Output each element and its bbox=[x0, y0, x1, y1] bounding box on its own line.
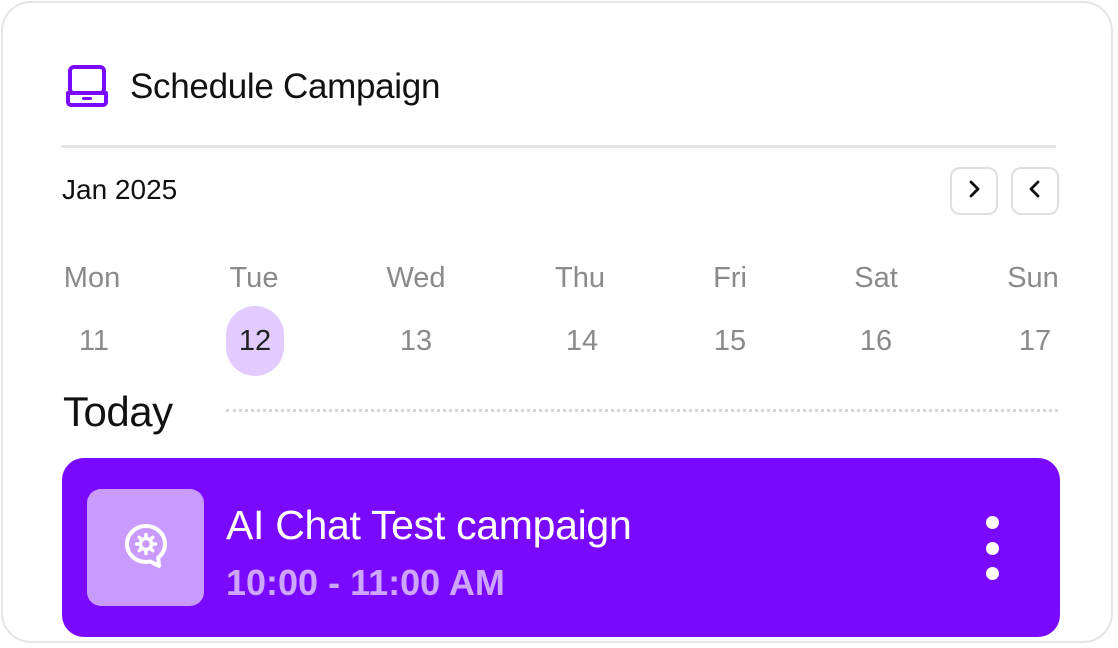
event-thumbnail bbox=[87, 489, 204, 606]
day-name-sat: Sat bbox=[854, 262, 898, 294]
date-14[interactable]: 14 bbox=[553, 306, 611, 376]
chevron-left-icon bbox=[1026, 178, 1044, 205]
menu-dot bbox=[985, 541, 999, 555]
date-15[interactable]: 15 bbox=[701, 306, 759, 376]
date-11[interactable]: 11 bbox=[65, 306, 123, 376]
menu-dot bbox=[985, 567, 999, 580]
campaign-event-card[interactable]: AI Chat Test campaign 10:00 - 11:00 AM bbox=[62, 458, 1060, 637]
date-16[interactable]: 16 bbox=[847, 306, 905, 376]
date-13[interactable]: 13 bbox=[387, 306, 445, 376]
month-label: Jan 2025 bbox=[62, 174, 178, 205]
previous-week-button[interactable] bbox=[1011, 167, 1059, 215]
dotted-separator bbox=[226, 409, 1058, 412]
day-name-sun: Sun bbox=[1007, 262, 1059, 294]
chat-bot-icon bbox=[122, 521, 170, 574]
card-header: Schedule Campaign bbox=[64, 62, 440, 112]
page-title: Schedule Campaign bbox=[130, 67, 441, 106]
day-name-thu: Thu bbox=[555, 262, 605, 294]
event-title: AI Chat Test campaign bbox=[226, 502, 632, 548]
day-name-wed: Wed bbox=[386, 262, 446, 294]
more-vertical-icon[interactable] bbox=[980, 516, 1004, 580]
laptop-icon bbox=[64, 62, 110, 112]
date-12-selected[interactable]: 12 bbox=[226, 306, 284, 376]
today-heading: Today bbox=[63, 388, 173, 435]
event-time: 10:00 - 11:00 AM bbox=[226, 562, 505, 603]
day-name-mon: Mon bbox=[63, 262, 121, 294]
chevron-right-icon bbox=[965, 178, 983, 205]
date-17[interactable]: 17 bbox=[1006, 306, 1064, 376]
day-name-tue: Tue bbox=[229, 262, 279, 294]
next-week-button[interactable] bbox=[950, 167, 998, 215]
day-name-fri: Fri bbox=[713, 262, 747, 294]
menu-dot bbox=[985, 516, 999, 529]
header-divider bbox=[61, 145, 1056, 148]
